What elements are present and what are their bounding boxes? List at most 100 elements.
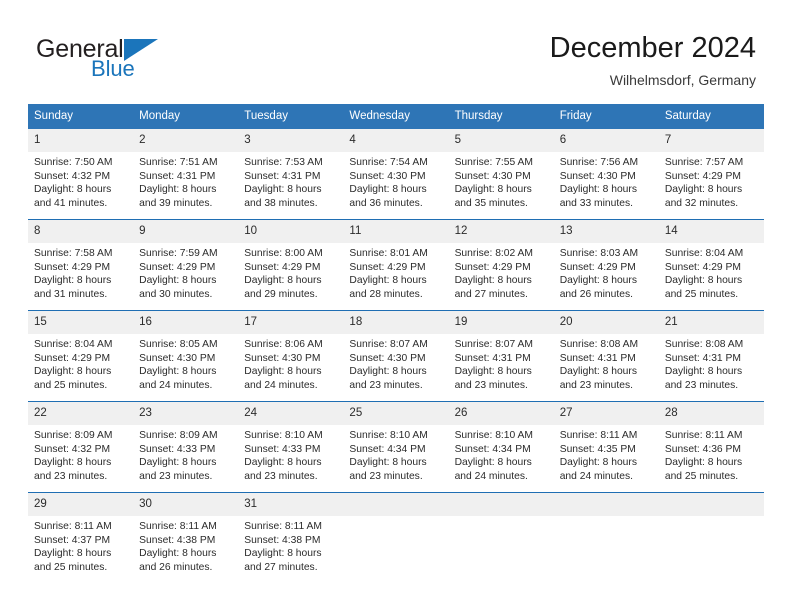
day-cell[interactable]: 16 Sunrise: 8:05 AM Sunset: 4:30 PM Dayl… bbox=[133, 311, 239, 397]
daylight-text-line2: and 24 minutes. bbox=[559, 470, 633, 482]
day-cell[interactable]: 18 Sunrise: 8:07 AM Sunset: 4:30 PM Dayl… bbox=[343, 311, 449, 397]
day-info: Sunrise: 8:09 AM Sunset: 4:32 PM Dayligh… bbox=[28, 425, 133, 483]
day-number: 1 bbox=[28, 129, 134, 152]
daylight-text-line1: Daylight: 8 hours bbox=[139, 366, 217, 378]
week-row: 8 Sunrise: 7:58 AM Sunset: 4:29 PM Dayli… bbox=[28, 219, 764, 306]
daylight-text-line1: Daylight: 8 hours bbox=[454, 275, 532, 287]
day-info: Sunrise: 8:01 AM Sunset: 4:29 PM Dayligh… bbox=[343, 243, 448, 301]
daylight-text-line2: and 31 minutes. bbox=[34, 288, 108, 300]
day-number: 29 bbox=[28, 493, 134, 516]
day-number: 22 bbox=[28, 402, 134, 425]
day-cell[interactable]: 17 Sunrise: 8:06 AM Sunset: 4:30 PM Dayl… bbox=[238, 311, 344, 397]
day-cell[interactable]: 30 Sunrise: 8:11 AM Sunset: 4:38 PM Dayl… bbox=[133, 493, 239, 579]
day-info bbox=[554, 516, 659, 520]
day-cell[interactable]: 20 Sunrise: 8:08 AM Sunset: 4:31 PM Dayl… bbox=[553, 311, 659, 397]
brand-logo[interactable]: General Blue bbox=[36, 36, 176, 86]
daylight-text-line2: and 23 minutes. bbox=[454, 379, 528, 391]
sunset-text: Sunset: 4:29 PM bbox=[454, 261, 531, 273]
daylight-text-line2: and 39 minutes. bbox=[139, 197, 213, 209]
sunrise-text: Sunrise: 8:04 AM bbox=[34, 339, 113, 350]
day-number bbox=[658, 493, 764, 516]
day-number: 3 bbox=[238, 129, 344, 152]
daylight-text-line1: Daylight: 8 hours bbox=[664, 275, 743, 287]
sunset-text: Sunset: 4:29 PM bbox=[244, 261, 321, 273]
day-number: 12 bbox=[448, 220, 554, 243]
day-cell[interactable]: 4 Sunrise: 7:54 AM Sunset: 4:30 PM Dayli… bbox=[343, 129, 449, 215]
day-cell[interactable]: 25 Sunrise: 8:10 AM Sunset: 4:34 PM Dayl… bbox=[343, 402, 449, 488]
sunrise-text: Sunrise: 8:11 AM bbox=[664, 430, 743, 441]
sunset-text: Sunset: 4:29 PM bbox=[664, 261, 741, 273]
page-title: December 2024 bbox=[549, 32, 756, 64]
day-cell[interactable]: 6 Sunrise: 7:56 AM Sunset: 4:30 PM Dayli… bbox=[553, 129, 659, 215]
sunset-text: Sunset: 4:37 PM bbox=[34, 534, 111, 546]
day-cell[interactable]: 5 Sunrise: 7:55 AM Sunset: 4:30 PM Dayli… bbox=[448, 129, 554, 215]
day-info: Sunrise: 8:05 AM Sunset: 4:30 PM Dayligh… bbox=[133, 334, 238, 392]
daylight-text-line1: Daylight: 8 hours bbox=[559, 457, 637, 469]
day-cell[interactable]: 27 Sunrise: 8:11 AM Sunset: 4:35 PM Dayl… bbox=[553, 402, 659, 488]
daylight-text-line1: Daylight: 8 hours bbox=[244, 548, 322, 560]
sunset-text: Sunset: 4:30 PM bbox=[454, 170, 531, 182]
sunset-text: Sunset: 4:36 PM bbox=[664, 443, 741, 455]
day-cell[interactable]: 12 Sunrise: 8:02 AM Sunset: 4:29 PM Dayl… bbox=[448, 220, 554, 306]
day-cell[interactable]: 29 Sunrise: 8:11 AM Sunset: 4:37 PM Dayl… bbox=[28, 493, 134, 579]
day-cell[interactable]: 24 Sunrise: 8:10 AM Sunset: 4:33 PM Dayl… bbox=[238, 402, 344, 488]
sunrise-text: Sunrise: 7:55 AM bbox=[454, 157, 533, 168]
weekday-header-row: Sunday Monday Tuesday Wednesday Thursday… bbox=[28, 104, 764, 129]
daylight-text-line1: Daylight: 8 hours bbox=[139, 548, 217, 560]
day-info: Sunrise: 8:10 AM Sunset: 4:34 PM Dayligh… bbox=[449, 425, 554, 483]
day-cell[interactable]: 3 Sunrise: 7:53 AM Sunset: 4:31 PM Dayli… bbox=[238, 129, 344, 215]
daylight-text-line2: and 25 minutes. bbox=[664, 288, 739, 300]
daylight-text-line1: Daylight: 8 hours bbox=[454, 366, 532, 378]
day-info: Sunrise: 7:50 AM Sunset: 4:32 PM Dayligh… bbox=[28, 152, 133, 210]
sunset-text: Sunset: 4:31 PM bbox=[139, 170, 216, 182]
day-cell[interactable]: 21 Sunrise: 8:08 AM Sunset: 4:31 PM Dayl… bbox=[658, 311, 764, 397]
day-cell[interactable]: 22 Sunrise: 8:09 AM Sunset: 4:32 PM Dayl… bbox=[28, 402, 134, 488]
day-cell[interactable]: 11 Sunrise: 8:01 AM Sunset: 4:29 PM Dayl… bbox=[343, 220, 449, 306]
daylight-text-line2: and 27 minutes. bbox=[454, 288, 528, 300]
day-cell[interactable]: 26 Sunrise: 8:10 AM Sunset: 4:34 PM Dayl… bbox=[448, 402, 554, 488]
sunset-text: Sunset: 4:29 PM bbox=[664, 170, 741, 182]
day-cell[interactable]: 14 Sunrise: 8:04 AM Sunset: 4:29 PM Dayl… bbox=[658, 220, 764, 306]
daylight-text-line2: and 36 minutes. bbox=[349, 197, 423, 209]
day-cell[interactable]: 1 Sunrise: 7:50 AM Sunset: 4:32 PM Dayli… bbox=[28, 129, 134, 215]
day-cell[interactable]: 7 Sunrise: 7:57 AM Sunset: 4:29 PM Dayli… bbox=[658, 129, 764, 215]
day-cell[interactable]: 23 Sunrise: 8:09 AM Sunset: 4:33 PM Dayl… bbox=[133, 402, 239, 488]
day-cell[interactable]: 19 Sunrise: 8:07 AM Sunset: 4:31 PM Dayl… bbox=[448, 311, 554, 397]
sunset-text: Sunset: 4:30 PM bbox=[349, 170, 426, 182]
sunset-text: Sunset: 4:32 PM bbox=[34, 443, 111, 455]
day-number: 23 bbox=[133, 402, 239, 425]
day-number: 9 bbox=[133, 220, 239, 243]
day-number: 28 bbox=[658, 402, 764, 425]
day-cell[interactable]: 9 Sunrise: 7:59 AM Sunset: 4:29 PM Dayli… bbox=[133, 220, 239, 306]
day-cell[interactable]: 28 Sunrise: 8:11 AM Sunset: 4:36 PM Dayl… bbox=[658, 402, 764, 488]
week-row: 1 Sunrise: 7:50 AM Sunset: 4:32 PM Dayli… bbox=[28, 129, 764, 215]
daylight-text-line2: and 29 minutes. bbox=[244, 288, 318, 300]
day-cell[interactable]: 2 Sunrise: 7:51 AM Sunset: 4:31 PM Dayli… bbox=[133, 129, 239, 215]
day-cell[interactable]: 8 Sunrise: 7:58 AM Sunset: 4:29 PM Dayli… bbox=[28, 220, 134, 306]
day-number: 31 bbox=[238, 493, 344, 516]
sunrise-text: Sunrise: 8:11 AM bbox=[559, 430, 638, 441]
sunset-text: Sunset: 4:30 PM bbox=[349, 352, 426, 364]
sunrise-text: Sunrise: 8:04 AM bbox=[664, 248, 744, 259]
day-info: Sunrise: 8:11 AM Sunset: 4:38 PM Dayligh… bbox=[238, 516, 343, 574]
daylight-text-line1: Daylight: 8 hours bbox=[34, 275, 112, 287]
daylight-text-line1: Daylight: 8 hours bbox=[664, 184, 743, 196]
day-number bbox=[343, 493, 449, 516]
daylight-text-line1: Daylight: 8 hours bbox=[34, 457, 112, 469]
day-cell[interactable]: 31 Sunrise: 8:11 AM Sunset: 4:38 PM Dayl… bbox=[238, 493, 344, 579]
day-number: 18 bbox=[343, 311, 449, 334]
day-cell[interactable]: 13 Sunrise: 8:03 AM Sunset: 4:29 PM Dayl… bbox=[553, 220, 659, 306]
weekday-wednesday: Wednesday bbox=[349, 110, 410, 122]
daylight-text-line2: and 38 minutes. bbox=[244, 197, 318, 209]
day-number: 13 bbox=[553, 220, 659, 243]
day-number: 21 bbox=[658, 311, 764, 334]
daylight-text-line2: and 23 minutes. bbox=[664, 379, 739, 391]
day-info: Sunrise: 8:11 AM Sunset: 4:36 PM Dayligh… bbox=[659, 425, 764, 483]
page-subtitle: Wilhelmsdorf, Germany bbox=[609, 72, 756, 88]
daylight-text-line1: Daylight: 8 hours bbox=[559, 275, 637, 287]
sunset-text: Sunset: 4:29 PM bbox=[139, 261, 216, 273]
day-info: Sunrise: 8:02 AM Sunset: 4:29 PM Dayligh… bbox=[449, 243, 554, 301]
day-cell[interactable]: 15 Sunrise: 8:04 AM Sunset: 4:29 PM Dayl… bbox=[28, 311, 134, 397]
day-cell[interactable]: 10 Sunrise: 8:00 AM Sunset: 4:29 PM Dayl… bbox=[238, 220, 344, 306]
day-info: Sunrise: 8:07 AM Sunset: 4:30 PM Dayligh… bbox=[343, 334, 448, 392]
